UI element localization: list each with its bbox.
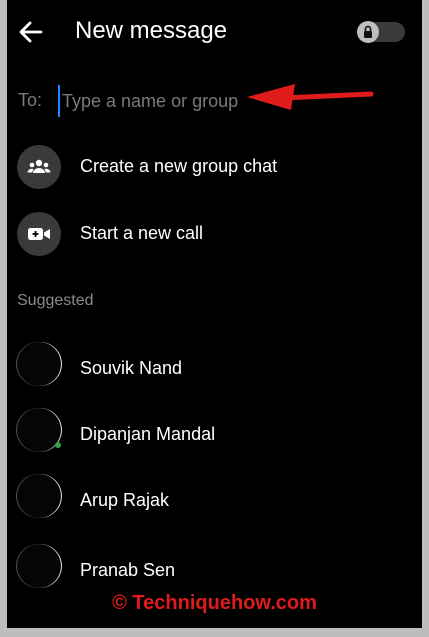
new-message-screen: New message To: Type a name or group Cre… — [7, 0, 422, 628]
create-group-chat-label: Create a new group chat — [80, 156, 278, 176]
avatar — [17, 544, 61, 588]
online-status-dot — [55, 442, 61, 448]
annotation-arrow — [247, 84, 374, 110]
lock-icon — [364, 25, 372, 38]
suggested-section-label: Suggested — [17, 292, 94, 309]
contact-row[interactable]: Souvik Nand — [7, 338, 422, 394]
start-new-call-label: Start a new call — [80, 223, 204, 243]
start-new-call-button[interactable]: Start a new call — [7, 206, 422, 262]
avatar — [17, 474, 61, 518]
secret-conversation-toggle[interactable] — [357, 21, 405, 43]
group-icon — [27, 159, 51, 173]
contact-name: Arup Rajak — [80, 490, 170, 510]
avatar — [17, 342, 61, 386]
video-camera-icon-circle — [17, 212, 61, 256]
page-title: New message — [75, 17, 228, 44]
contact-row[interactable]: Dipanjan Mandal — [7, 404, 422, 460]
contact-row[interactable]: Pranab Sen — [7, 540, 422, 596]
header: New message — [7, 0, 422, 64]
video-camera-icon — [28, 228, 50, 240]
watermark: © Techniquehow.com — [112, 592, 317, 614]
to-label: To: — [18, 90, 43, 110]
group-icon-circle — [17, 145, 61, 189]
contact-name: Souvik Nand — [80, 358, 183, 378]
create-group-chat-button[interactable]: Create a new group chat — [7, 139, 422, 195]
back-button[interactable] — [17, 18, 45, 46]
contact-row[interactable]: Arup Rajak — [7, 470, 422, 526]
contact-name: Pranab Sen — [80, 560, 176, 580]
toggle-knob — [357, 21, 379, 43]
contact-name: Dipanjan Mandal — [80, 424, 216, 444]
arrow-left-icon — [19, 21, 43, 43]
